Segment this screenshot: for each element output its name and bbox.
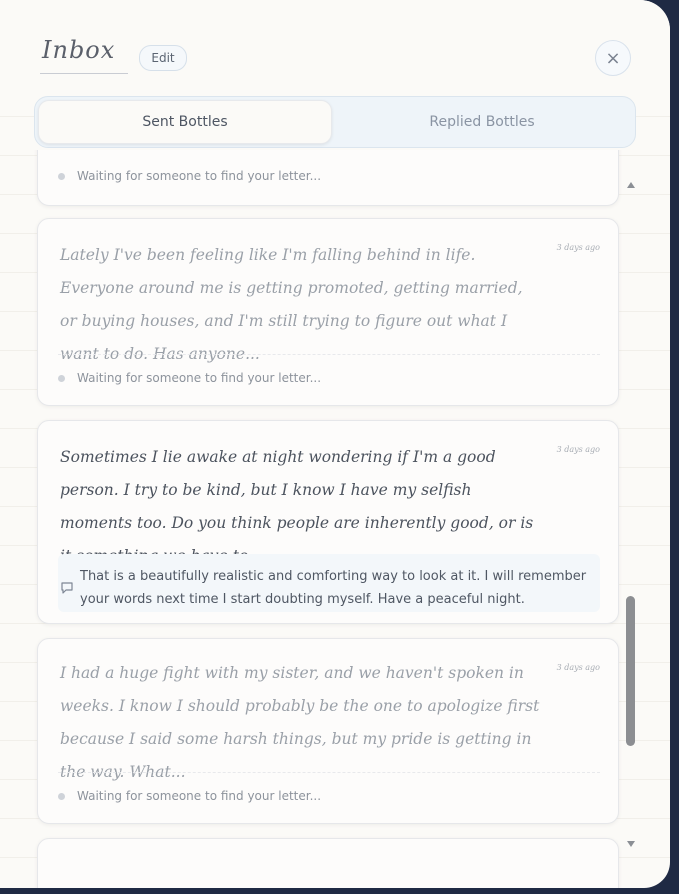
bottle-card[interactable]: Lately I've been feeling like I'm fallin… <box>37 218 619 406</box>
speech-bubble-icon <box>61 582 73 594</box>
tab-bar: Sent Bottles Replied Bottles <box>34 96 636 148</box>
bottle-card[interactable] <box>37 838 619 888</box>
bottle-list[interactable]: Waiting for someone to find your letter.… <box>0 150 670 888</box>
card-divider <box>58 772 600 773</box>
scrollbar-thumb[interactable] <box>626 596 635 746</box>
card-divider <box>58 354 600 355</box>
bottle-card[interactable]: Waiting for someone to find your letter.… <box>37 150 619 206</box>
card-status: Waiting for someone to find your letter.… <box>58 169 321 183</box>
card-letter-text: Lately I've been feeling like I'm fallin… <box>60 246 523 363</box>
card-timestamp: 3 days ago <box>556 445 600 454</box>
reply-preview[interactable]: That is a beautifully realistic and comf… <box>58 554 600 612</box>
status-text: Waiting for someone to find your letter.… <box>77 371 322 385</box>
status-text: Waiting for someone to find your letter.… <box>77 169 322 183</box>
inbox-panel: Waiting for someone to find your letter.… <box>0 0 670 888</box>
tab-sent-bottles[interactable]: Sent Bottles <box>38 100 332 144</box>
card-timestamp: 3 days ago <box>556 243 600 252</box>
card-status: Waiting for someone to find your letter.… <box>58 371 321 385</box>
scroll-down-arrow-icon[interactable] <box>627 841 635 847</box>
card-status: Waiting for someone to find your letter.… <box>58 789 321 803</box>
bottle-card[interactable]: I had a huge fight with my sister, and w… <box>37 638 619 824</box>
reply-text: That is a beautifully realistic and comf… <box>80 569 587 607</box>
card-timestamp: 3 days ago <box>556 663 600 672</box>
status-dot <box>58 172 65 180</box>
close-icon: × <box>605 47 621 69</box>
tab-replied-bottles[interactable]: Replied Bottles <box>335 100 629 144</box>
status-text: Waiting for someone to find your letter.… <box>77 789 322 803</box>
card-letter-text: I had a huge fight with my sister, and w… <box>60 664 540 781</box>
page-title: Inbox <box>42 36 116 64</box>
title-underline <box>40 73 128 74</box>
status-dot <box>58 374 65 382</box>
scroll-up-arrow-icon[interactable] <box>627 182 635 188</box>
bottle-card[interactable]: Sometimes I lie awake at night wondering… <box>37 420 619 624</box>
status-dot <box>58 792 65 800</box>
close-button[interactable]: × <box>595 40 631 76</box>
inbox-header: Inbox Edit × <box>0 0 670 96</box>
edit-button[interactable]: Edit <box>139 45 187 71</box>
